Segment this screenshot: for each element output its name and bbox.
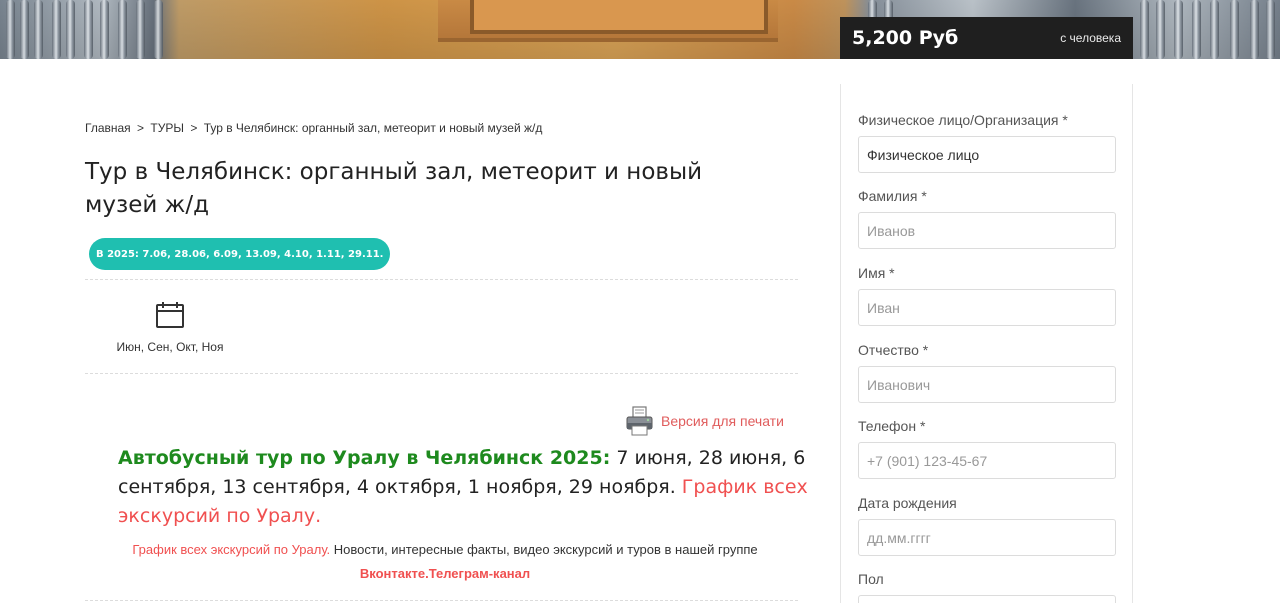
first-name-field: Имя * — [858, 265, 1116, 326]
breadcrumb-tours[interactable]: ТУРЫ — [150, 121, 184, 135]
tour-months: Июн, Сен, Окт, Ноя — [105, 300, 235, 356]
page-title: Тур в Челябинск: органный зал, метеорит … — [85, 159, 703, 218]
gender-field: Пол — [858, 571, 1116, 603]
months-label: Июн, Сен, Окт, Ноя — [116, 340, 224, 354]
gender-label: Пол — [858, 571, 884, 587]
social-note-text: Новости, интересные факты, видео экскурс… — [330, 542, 758, 557]
print-version-label[interactable]: Версия для печати — [661, 413, 784, 429]
divider — [85, 279, 798, 280]
tour-lead: Автобусный тур по Уралу в Челябинск 2025… — [118, 444, 808, 531]
lead-heading: Автобусный тур по Уралу в Челябинск 2025… — [118, 447, 611, 469]
first-name-input[interactable] — [858, 289, 1116, 326]
price-per-person: с человека — [1060, 31, 1121, 45]
telegram-link[interactable]: Телеграм-канал — [429, 566, 530, 581]
patronymic-field: Отчество * — [858, 342, 1116, 403]
divider — [85, 373, 798, 374]
person-type-label: Физическое лицо/Организация * — [858, 112, 1068, 128]
breadcrumb: Главная > ТУРЫ > Тур в Челябинск: органн… — [85, 121, 545, 135]
last-name-label: Фамилия * — [858, 188, 927, 204]
social-note: График всех экскурсий по Уралу. Новости,… — [100, 538, 790, 586]
dates-badge: В 2025: 7.06, 28.06, 6.09, 13.09, 4.10, … — [89, 238, 391, 270]
person-type-select[interactable]: Физическое лицо — [858, 136, 1116, 173]
breadcrumb-separator: > — [190, 121, 198, 135]
breadcrumb-separator: > — [137, 121, 145, 135]
birth-date-field: Дата рождения — [858, 495, 1116, 556]
birth-date-input[interactable] — [858, 519, 1116, 556]
divider — [85, 600, 798, 601]
person-type-field: Физическое лицо/Организация * Физическое… — [858, 112, 1116, 173]
breadcrumb-home[interactable]: Главная — [85, 121, 131, 135]
print-version-link[interactable]: Версия для печати — [626, 406, 784, 436]
birth-date-label: Дата рождения — [858, 495, 957, 511]
tour-price: 5,200 Руб — [852, 27, 959, 49]
phone-field: Телефон * — [858, 418, 1116, 479]
patronymic-input[interactable] — [858, 366, 1116, 403]
vk-link[interactable]: Вконтакте. — [360, 566, 429, 581]
last-name-input[interactable] — [858, 212, 1116, 249]
phone-label: Телефон * — [858, 418, 926, 434]
all-excursions-link-small[interactable]: График всех экскурсий по Уралу. — [132, 542, 330, 557]
first-name-label: Имя * — [858, 265, 895, 281]
breadcrumb-current: Тур в Челябинск: органный зал, метеорит … — [203, 121, 543, 135]
calendar-icon — [156, 302, 184, 328]
booking-form: Физическое лицо/Организация * Физическое… — [840, 84, 1133, 603]
printer-icon — [626, 406, 653, 436]
organ-console-inner — [470, 0, 768, 34]
last-name-field: Фамилия * — [858, 188, 1116, 249]
price-box: 5,200 Руб с человека — [840, 17, 1133, 59]
patronymic-label: Отчество * — [858, 342, 929, 358]
phone-input[interactable] — [858, 442, 1116, 479]
gender-select[interactable] — [858, 595, 1116, 603]
